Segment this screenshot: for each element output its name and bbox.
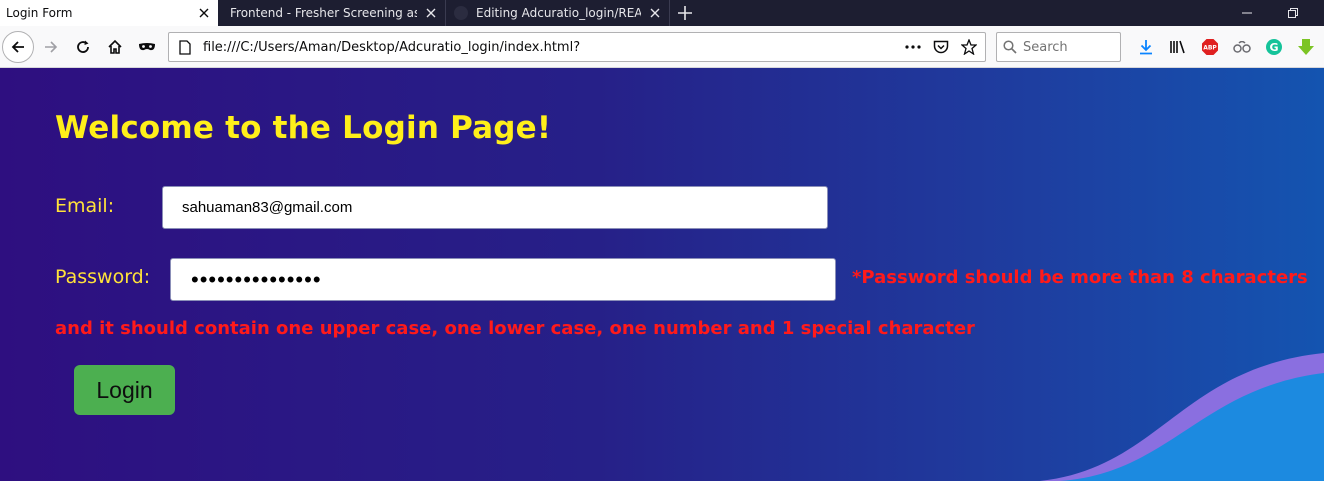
restore-button[interactable] — [1270, 0, 1316, 26]
toolbar-right: ABP G — [1130, 34, 1322, 60]
login-button[interactable]: Login — [74, 365, 175, 415]
plus-icon — [678, 6, 692, 20]
back-arrow-icon — [11, 40, 24, 53]
restore-icon — [1288, 8, 1298, 18]
adblock-icon[interactable]: ABP — [1194, 34, 1226, 60]
forward-arrow-icon — [45, 40, 58, 53]
minimize-icon — [1242, 12, 1252, 14]
tab-login-form[interactable]: Login Form — [0, 0, 218, 26]
tab-title: Frontend - Fresher Screening assignm — [230, 6, 417, 20]
tab-frontend[interactable]: Frontend - Fresher Screening assignm — [218, 0, 446, 26]
url-bar[interactable]: file:///C:/Users/Aman/Desktop/Adcuratio_… — [168, 32, 986, 62]
password-field[interactable]: ••••••••••••••• — [170, 258, 836, 301]
home-button[interactable] — [100, 32, 130, 62]
close-icon[interactable] — [647, 5, 663, 21]
private-browsing-icon — [132, 32, 162, 62]
email-field[interactable]: sahuaman83@gmail.com — [162, 186, 828, 229]
minimize-button[interactable] — [1224, 0, 1270, 26]
download-icon[interactable] — [1130, 34, 1162, 60]
password-label: Password: — [55, 266, 151, 288]
tab-title: Editing Adcuratio_login/READM — [476, 6, 641, 20]
tab-bar: Login Form Frontend - Fresher Screening … — [0, 0, 1324, 26]
back-button[interactable] — [2, 30, 34, 63]
green-download-icon[interactable] — [1290, 34, 1322, 60]
library-icon[interactable] — [1162, 34, 1194, 60]
grammarly-icon[interactable]: G — [1258, 34, 1290, 60]
search-box[interactable]: Search — [996, 32, 1121, 62]
home-icon — [108, 39, 122, 54]
page-title: Welcome to the Login Page! — [55, 110, 552, 146]
tab-editing-readme[interactable]: Editing Adcuratio_login/READM — [446, 0, 670, 26]
reload-icon — [77, 40, 89, 53]
search-placeholder: Search — [1023, 39, 1068, 55]
pocket-icon[interactable] — [929, 35, 953, 59]
forward-button[interactable] — [36, 32, 66, 62]
email-label: Email: — [55, 195, 115, 217]
search-icon — [1003, 40, 1017, 54]
password-error-line2: and it should contain one upper case, on… — [55, 318, 975, 339]
reload-button[interactable] — [68, 32, 98, 62]
svg-text:ABP: ABP — [1203, 45, 1217, 52]
tab-title: Login Form — [6, 6, 73, 20]
password-error-line1: *Password should be more than 8 characte… — [852, 267, 1308, 288]
more-dots-icon[interactable] — [901, 35, 925, 59]
mask-icon — [139, 42, 155, 50]
github-icon — [454, 6, 468, 20]
new-tab-button[interactable] — [670, 0, 700, 26]
window-controls — [1224, 0, 1324, 26]
login-page: Welcome to the Login Page! Email: sahuam… — [0, 68, 1324, 481]
star-icon[interactable] — [957, 35, 981, 59]
nav-bar: file:///C:/Users/Aman/Desktop/Adcuratio_… — [0, 26, 1324, 68]
svg-text:G: G — [1269, 41, 1278, 54]
close-icon[interactable] — [423, 5, 439, 21]
file-icon — [173, 35, 197, 59]
extension-icon[interactable] — [1226, 34, 1258, 60]
url-text[interactable]: file:///C:/Users/Aman/Desktop/Adcuratio_… — [197, 40, 901, 55]
close-icon[interactable] — [196, 5, 212, 21]
